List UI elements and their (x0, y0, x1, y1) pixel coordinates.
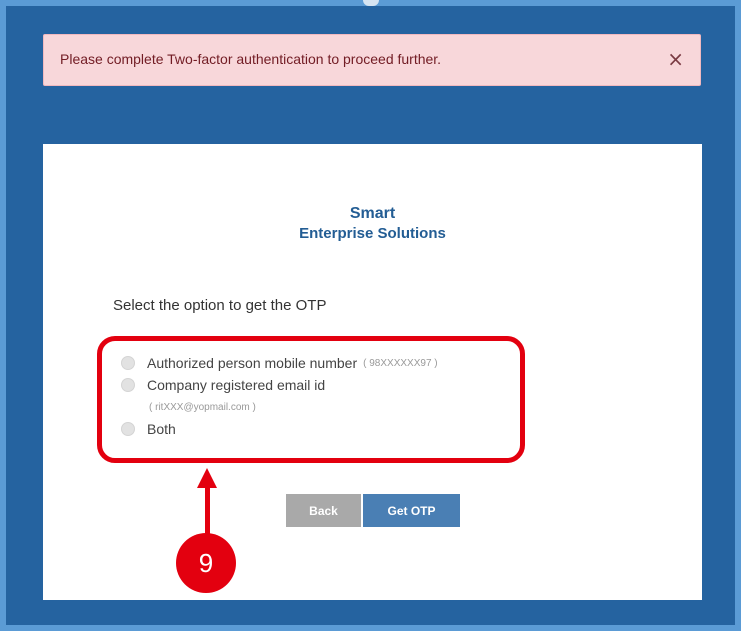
option-mobile[interactable]: Authorized person mobile number ( 98XXXX… (121, 352, 438, 374)
back-button[interactable]: Back (286, 494, 361, 527)
otp-card: Smart Enterprise Solutions Select the op… (43, 144, 702, 600)
alert-banner: Please complete Two-factor authenticatio… (43, 34, 701, 86)
option-email-hint: ( ritXXX@yopmail.com ) (149, 401, 256, 413)
alert-message: Please complete Two-factor authenticatio… (60, 51, 442, 67)
option-mobile-label: Authorized person mobile number (147, 355, 358, 371)
radio-email[interactable] (121, 378, 135, 392)
annotation-arrow-shaft (205, 486, 210, 538)
step-number-badge: 9 (176, 533, 236, 593)
option-email[interactable]: Company registered email id (121, 374, 438, 396)
brand-line-2: Enterprise Solutions (299, 225, 446, 242)
brand-logo: Smart Enterprise Solutions (43, 204, 702, 244)
option-mobile-hint: ( 98XXXXXX97 ) (363, 357, 438, 369)
option-both[interactable]: Both (121, 418, 438, 440)
annotation-arrow-head-icon (197, 468, 217, 488)
close-icon[interactable]: × (667, 47, 684, 71)
otp-prompt: Select the option to get the OTP (113, 297, 327, 314)
radio-both[interactable] (121, 422, 135, 436)
brand-line-1: Smart (349, 205, 396, 222)
get-otp-button[interactable]: Get OTP (363, 494, 460, 527)
option-both-label: Both (147, 421, 176, 437)
radio-mobile[interactable] (121, 356, 135, 370)
otp-options: Authorized person mobile number ( 98XXXX… (121, 352, 438, 440)
option-email-label: Company registered email id (147, 377, 326, 393)
